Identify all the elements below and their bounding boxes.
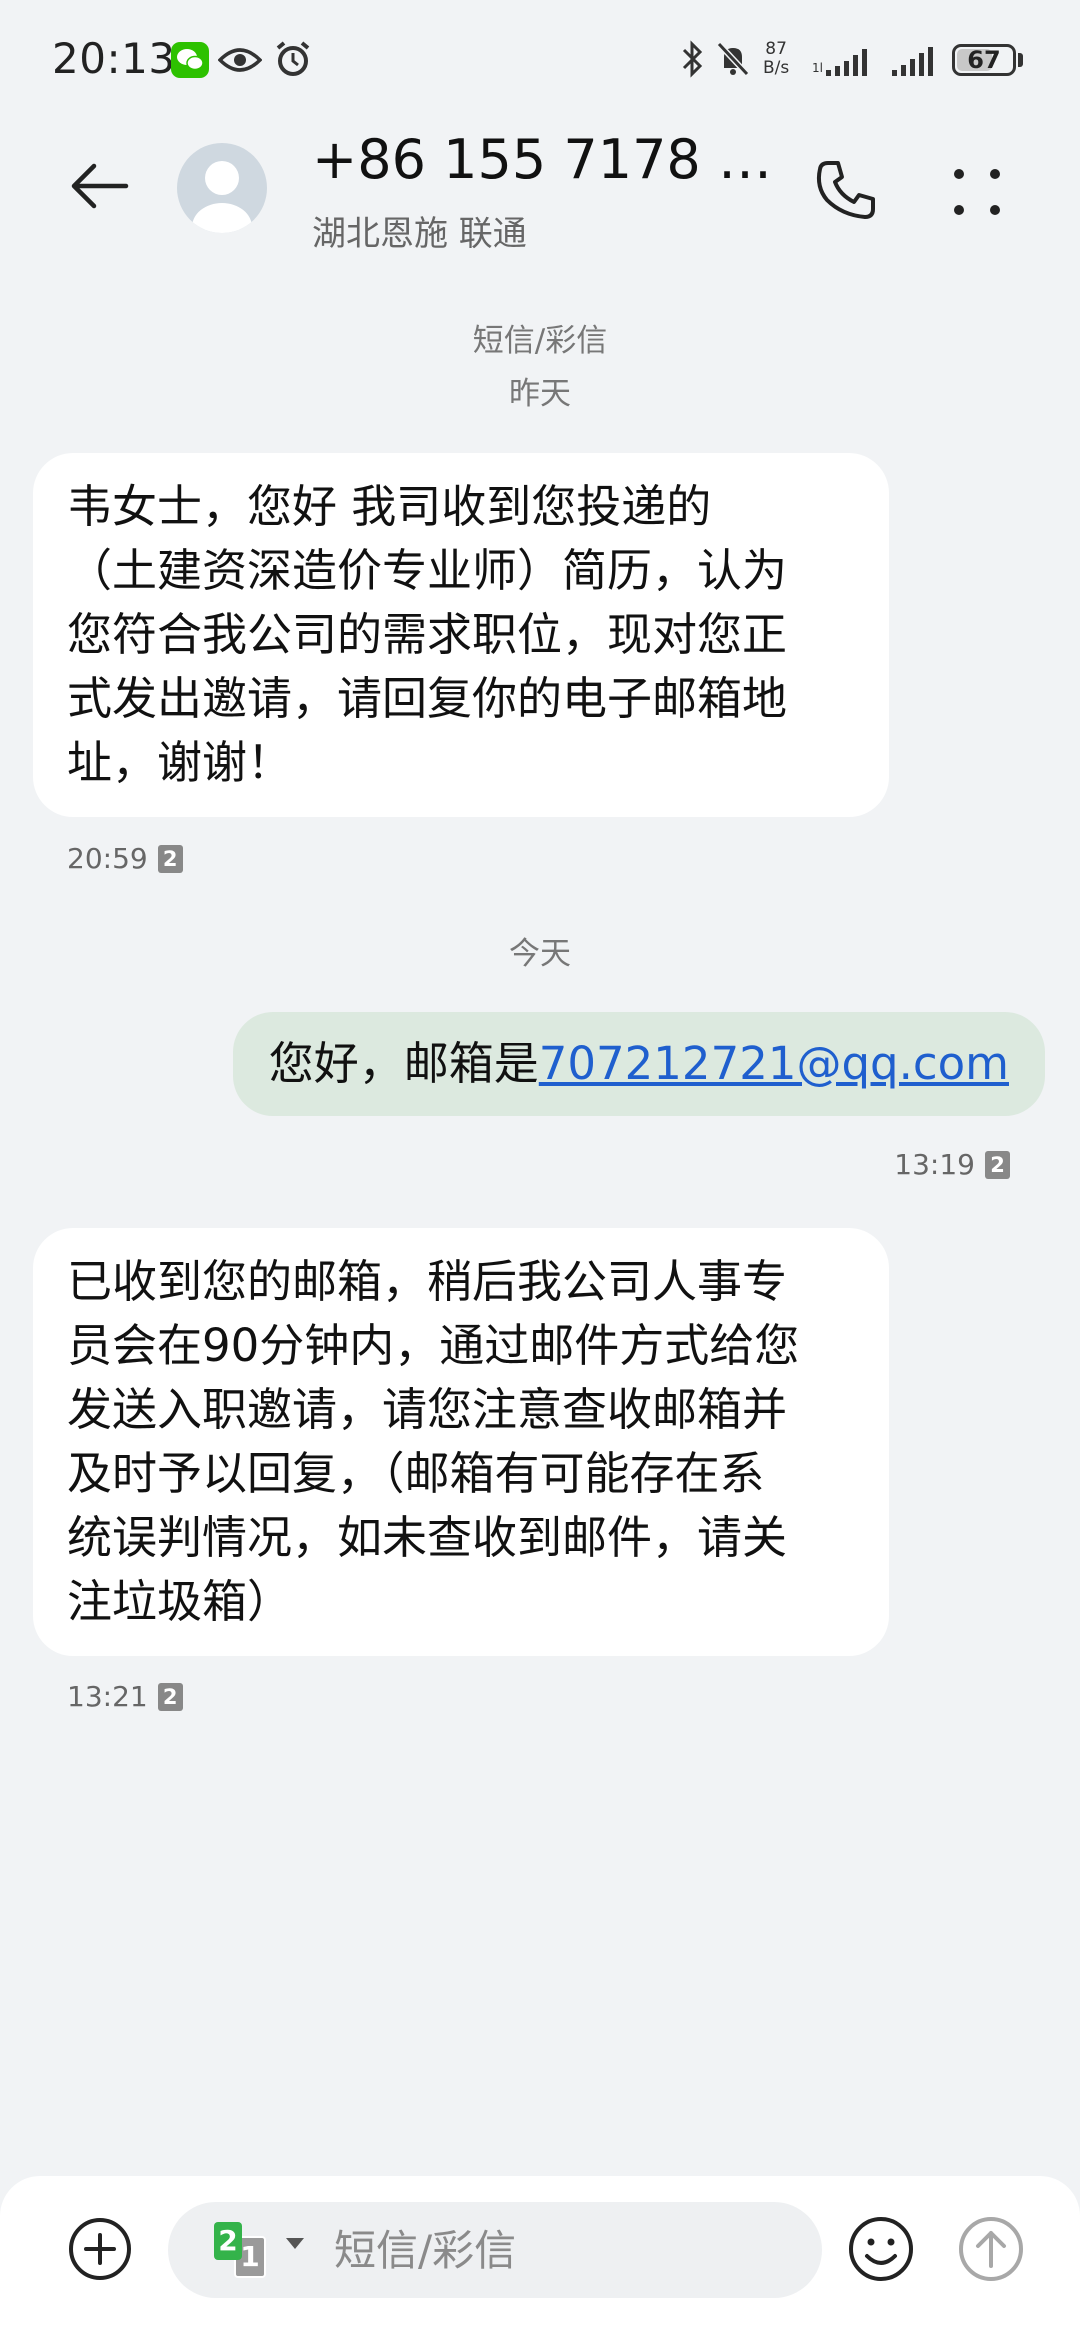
message-line: 及时予以回复，（邮箱有可能存在系 bbox=[67, 1447, 765, 1500]
bluetooth-icon bbox=[682, 40, 703, 78]
message-line: 注垃圾箱） bbox=[67, 1575, 293, 1628]
message-text: 您好，邮箱是 bbox=[268, 1037, 539, 1090]
message-meta: 13:21 2 bbox=[67, 1680, 183, 1713]
wechat-icon bbox=[171, 42, 209, 78]
message-time: 13:19 bbox=[894, 1148, 975, 1181]
outgoing-message-bubble[interactable]: 您好，邮箱是707212721@qq.com bbox=[232, 1012, 1045, 1116]
add-attachment-button[interactable] bbox=[67, 2216, 133, 2282]
date-separator-today: 今天 bbox=[509, 936, 571, 972]
message-line: 发送入职邀请，请您注意查收邮箱并 bbox=[67, 1383, 788, 1436]
send-icon bbox=[959, 2217, 1023, 2281]
emoji-button[interactable] bbox=[846, 2214, 916, 2284]
message-meta: 20:59 2 bbox=[67, 842, 183, 875]
message-line: 已收到您的邮箱，稍后我公司人事专 bbox=[67, 1255, 788, 1308]
sim-badge-icon: 2 bbox=[157, 1682, 183, 1711]
message-meta: 13:19 2 bbox=[894, 1148, 1010, 1181]
contact-avatar[interactable] bbox=[177, 143, 267, 233]
mute-icon bbox=[716, 41, 750, 77]
more-icon bbox=[954, 169, 1000, 215]
status-time: 20:13 bbox=[52, 34, 176, 83]
contact-name[interactable]: +86 155 7178 1... bbox=[312, 128, 782, 191]
message-type-label: 短信/彩信 bbox=[472, 323, 608, 359]
send-button[interactable] bbox=[956, 2214, 1026, 2284]
chevron-down-icon bbox=[286, 2238, 304, 2249]
message-line: 您符合我公司的需求职位，现对您正 bbox=[67, 608, 788, 661]
signal-icon bbox=[892, 47, 933, 76]
signal-hd-icon: 1l bbox=[812, 49, 867, 76]
battery-tip bbox=[1018, 53, 1023, 67]
incoming-message-bubble[interactable]: 已收到您的邮箱，稍后我公司人事专 员会在90分钟内，通过邮件方式给您 发送入职邀… bbox=[33, 1228, 889, 1656]
message-line: 员会在90分钟内，通过邮件方式给您 bbox=[67, 1319, 800, 1372]
incoming-message-bubble[interactable]: 韦女士，您好 我司收到您投递的 （土建资深造价专业师）简历，认为 您符合我公司的… bbox=[33, 453, 889, 817]
net-speed: 87 B/s bbox=[763, 40, 789, 78]
emoji-icon bbox=[849, 2217, 913, 2281]
more-button[interactable] bbox=[945, 160, 1009, 224]
battery-level: 67 bbox=[967, 46, 1001, 74]
message-line: （土建资深造价专业师）简历，认为 bbox=[67, 544, 788, 597]
message-time: 20:59 bbox=[67, 842, 148, 875]
call-button[interactable] bbox=[810, 155, 882, 227]
message-input[interactable] bbox=[334, 2220, 804, 2280]
message-line: 韦女士，您好 我司收到您投递的 bbox=[67, 480, 712, 533]
net-speed-value: 87 bbox=[765, 39, 787, 59]
phone-icon bbox=[816, 161, 875, 219]
contact-location-carrier: 湖北恩施 联通 bbox=[312, 214, 527, 254]
message-line: 统误判情况，如未查收到邮件，请关 bbox=[67, 1511, 788, 1564]
avatar-icon bbox=[192, 161, 252, 233]
sim-card-front: 2 bbox=[214, 2222, 242, 2260]
net-speed-unit: B/s bbox=[763, 58, 790, 78]
svg-text:1l: 1l bbox=[812, 61, 823, 75]
alarm-icon bbox=[276, 41, 310, 76]
message-line: 址，谢谢！ bbox=[67, 736, 293, 789]
sim-switch-button[interactable]: 1 2 bbox=[214, 2222, 304, 2282]
message-line: 式发出邀请，请回复你的电子邮箱地 bbox=[67, 672, 788, 725]
back-button[interactable] bbox=[64, 150, 136, 222]
sim-badge-icon: 2 bbox=[985, 1150, 1010, 1179]
message-time: 13:21 bbox=[67, 1680, 148, 1713]
status-bar: 20:13 87 B/s 1l 67 bbox=[0, 0, 1080, 120]
date-separator-yesterday: 昨天 bbox=[509, 376, 571, 412]
back-arrow-icon bbox=[71, 163, 129, 209]
sim-badge-icon: 2 bbox=[157, 844, 183, 873]
battery-icon: 67 bbox=[952, 44, 1016, 76]
add-icon bbox=[69, 2218, 131, 2280]
eye-icon bbox=[218, 48, 262, 72]
email-link[interactable]: 707212721@qq.com bbox=[539, 1037, 1009, 1090]
